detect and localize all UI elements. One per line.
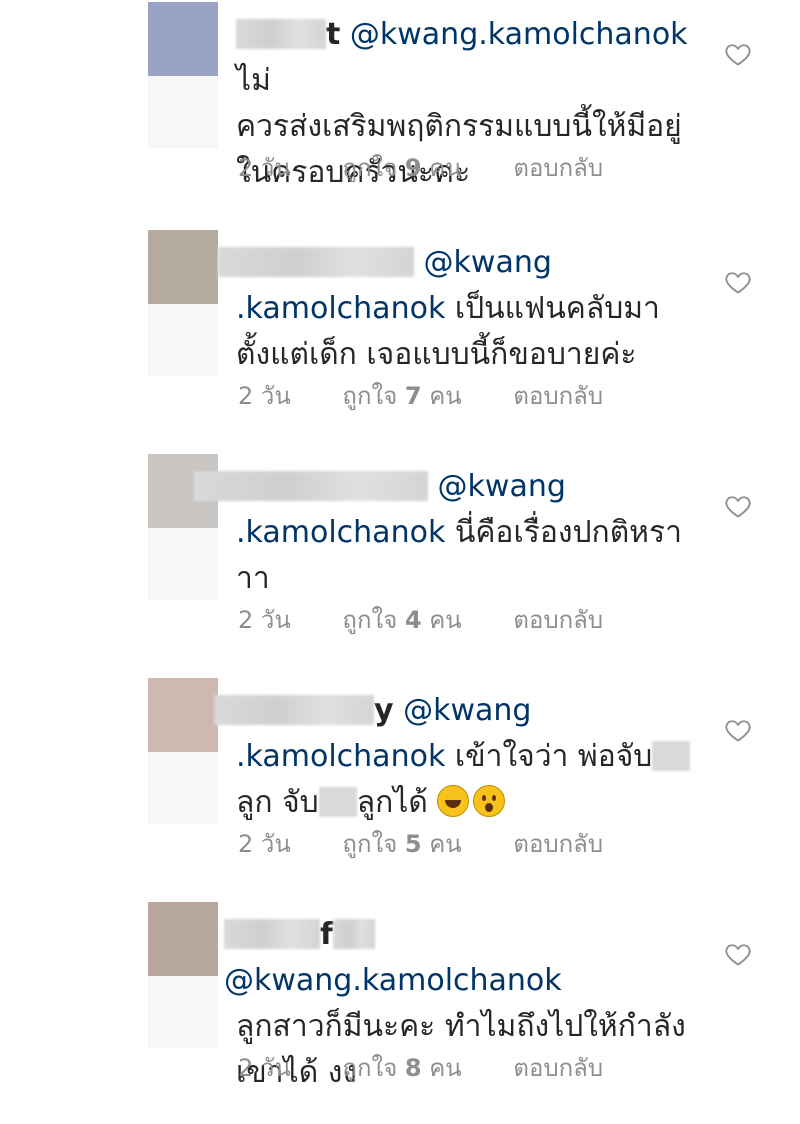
comment-time: 2 วัน — [238, 1054, 291, 1082]
surprised-emoji-icon — [473, 785, 506, 817]
mention-link[interactable]: @kwang — [438, 469, 566, 504]
blurred-username[interactable] — [194, 471, 428, 501]
comment-meta: 2 วัน ถูกใจ 9 คน ตอบกลับ — [238, 148, 647, 187]
comment-text: ลูกได้ — [356, 785, 428, 820]
comment-time: 2 วัน — [238, 382, 291, 410]
comment-line: f @kwang.kamolchanok — [224, 912, 696, 1004]
comment-text: ลูก จับ — [236, 785, 319, 820]
comment-line: ลูก จับ ลูกได้ — [236, 780, 696, 826]
comment-meta: 2 วัน ถูกใจ 4 คน ตอบกลับ — [238, 600, 647, 639]
avatar-shadow — [148, 976, 218, 1048]
likes-count[interactable]: ถูกใจ 9 คน — [342, 154, 461, 182]
comment-line: .kamolchanok เป็นแฟนคลับมา — [236, 286, 696, 332]
reply-button[interactable]: ตอบกลับ — [513, 1054, 603, 1082]
comment-meta: 2 วัน ถูกใจ 5 คน ตอบกลับ — [238, 824, 647, 863]
heart-icon[interactable] — [724, 492, 752, 520]
mention-link[interactable]: @kwang — [424, 245, 552, 280]
heart-icon[interactable] — [724, 40, 752, 68]
comment-text: ไม่ — [236, 63, 271, 98]
likes-count[interactable]: ถูกใจ 7 คน — [342, 382, 461, 410]
avatar-shadow — [148, 76, 218, 148]
comment-item: @kwang .kamolchanok เป็นแฟนคลับมา ตั้งแต… — [0, 228, 800, 452]
blurred-word — [318, 787, 357, 817]
comment-time: 2 วัน — [238, 154, 291, 182]
comment-item: @kwang .kamolchanok นี่คือเรื่องปกติหรา … — [0, 452, 800, 676]
blurred-username[interactable] — [214, 695, 374, 725]
comment-body: @kwang .kamolchanok นี่คือเรื่องปกติหรา … — [194, 464, 696, 602]
comment-meta: 2 วัน ถูกใจ 8 คน ตอบกลับ — [238, 1048, 647, 1087]
likes-count[interactable]: ถูกใจ 8 คน — [342, 1054, 461, 1082]
reply-button[interactable]: ตอบกลับ — [513, 154, 603, 182]
comment-line: y @kwang — [214, 688, 696, 734]
blurred-username — [333, 919, 376, 949]
comment-text: เข้าใจว่า พ่อจับ — [454, 739, 653, 774]
heart-icon[interactable] — [724, 716, 752, 744]
comment-text: เป็นแฟนคลับมา — [454, 291, 660, 326]
likes-count[interactable]: ถูกใจ 5 คน — [342, 830, 461, 858]
mention-link[interactable]: @kwang — [403, 693, 531, 728]
comment-item: y @kwang .kamolchanok เข้าใจว่า พ่อจับ ล… — [0, 676, 800, 900]
comment-text: ลูกสาวก็มีนะคะ ทำไมถึงไปให้กำลัง — [236, 1009, 686, 1044]
mention-link-continued[interactable]: .kamolchanok — [236, 515, 445, 550]
mention-link-continued[interactable]: .kamolchanok — [236, 291, 445, 326]
comment-text: ตั้งแต่เด็ก เจอแบบนี้ก็ขอบายค่ะ — [236, 337, 637, 372]
comment-line: @kwang — [194, 464, 696, 510]
comment-line: .kamolchanok เข้าใจว่า พ่อจับ — [236, 734, 696, 780]
blurred-username[interactable] — [236, 19, 326, 49]
comment-line: @kwang — [218, 240, 696, 286]
comment-line: t @kwang.kamolchanok ไม่ — [236, 12, 696, 104]
heart-icon[interactable] — [724, 940, 752, 968]
comment-line: .kamolchanok นี่คือเรื่องปกติหรา — [236, 510, 696, 556]
mention-link[interactable]: @kwang.kamolchanok — [350, 17, 688, 52]
comment-item: t @kwang.kamolchanok ไม่ ควรส่งเสริมพฤติ… — [0, 0, 800, 224]
username-tail[interactable]: t — [326, 17, 340, 52]
comment-time: 2 วัน — [238, 830, 291, 858]
reply-button[interactable]: ตอบกลับ — [513, 830, 603, 858]
comment-text: ควรส่งเสริมพฤติกรรมแบบนี้ให้มีอยู่ — [236, 109, 682, 144]
blurred-username[interactable] — [218, 247, 414, 277]
username-tail[interactable]: f — [320, 917, 333, 952]
avatar[interactable] — [148, 2, 218, 76]
blurred-username[interactable] — [224, 919, 320, 949]
comment-body: y @kwang .kamolchanok เข้าใจว่า พ่อจับ ล… — [214, 688, 696, 826]
reply-button[interactable]: ตอบกลับ — [513, 382, 603, 410]
mention-link[interactable]: @kwang.kamolchanok — [224, 963, 562, 998]
comment-text: นี่คือเรื่องปกติหรา — [454, 515, 682, 550]
comment-text: าา — [236, 561, 270, 596]
comment-item: f @kwang.kamolchanok ลูกสาวก็มีนะคะ ทำไม… — [0, 900, 800, 1124]
avatar[interactable] — [148, 902, 218, 976]
heart-icon[interactable] — [724, 268, 752, 296]
comment-body: @kwang .kamolchanok เป็นแฟนคลับมา ตั้งแต… — [218, 240, 696, 378]
mention-link-continued[interactable]: .kamolchanok — [236, 739, 445, 774]
avatar-shadow — [148, 304, 218, 376]
username-tail[interactable]: y — [374, 693, 394, 728]
likes-count[interactable]: ถูกใจ 4 คน — [342, 606, 461, 634]
avatar-shadow — [148, 752, 218, 824]
comment-meta: 2 วัน ถูกใจ 7 คน ตอบกลับ — [238, 376, 647, 415]
avatar[interactable] — [148, 678, 218, 752]
reply-button[interactable]: ตอบกลับ — [513, 606, 603, 634]
comment-time: 2 วัน — [238, 606, 291, 634]
laughing-emoji-icon — [437, 785, 470, 817]
blurred-word — [652, 741, 691, 771]
avatar-shadow — [148, 528, 218, 600]
avatar[interactable] — [148, 230, 218, 304]
